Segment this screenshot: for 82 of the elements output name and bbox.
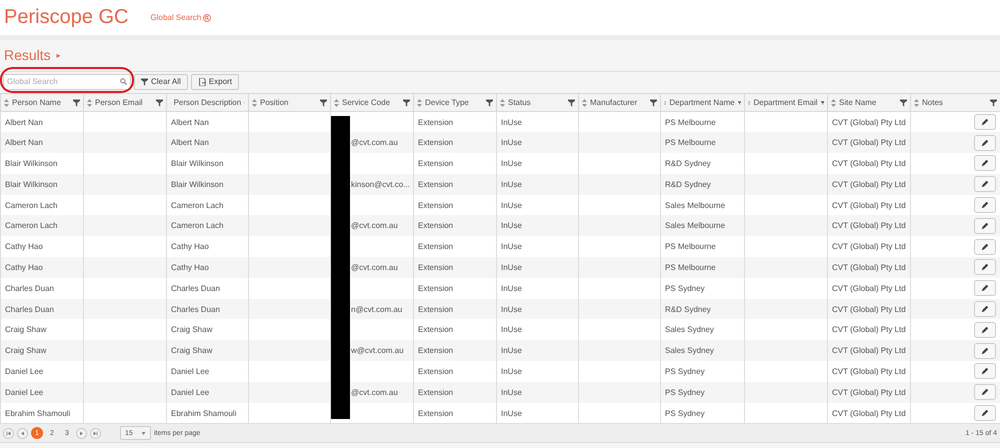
sort-icon: [582, 98, 587, 106]
export-button[interactable]: Export: [190, 74, 239, 90]
edit-button[interactable]: [974, 134, 996, 151]
previous-page-button[interactable]: [17, 428, 28, 439]
edit-button[interactable]: [974, 322, 996, 338]
last-icon: [93, 430, 98, 436]
column-header[interactable]: Device Type: [414, 94, 496, 112]
pencil-icon: [981, 180, 989, 188]
pencil-icon: [981, 138, 989, 147]
results-heading: Results: [4, 47, 51, 63]
sort-icon: [87, 98, 92, 106]
filter-icon: [486, 98, 493, 106]
sort-icon: [748, 98, 750, 106]
edit-button[interactable]: [974, 176, 996, 192]
pencil-icon: [981, 326, 989, 334]
column-header[interactable]: Position: [248, 94, 330, 112]
filter-icon: [141, 78, 148, 86]
sort-icon: [500, 98, 505, 106]
edit-button[interactable]: [974, 301, 996, 318]
previous-icon: [20, 430, 25, 436]
filter-icon: [156, 98, 163, 106]
sort-icon: [252, 98, 257, 106]
edit-button[interactable]: [974, 363, 996, 380]
sort-icon: [4, 98, 9, 106]
column-header[interactable]: Service Code: [330, 94, 414, 112]
sort-icon: [831, 98, 836, 106]
pencil-icon: [981, 222, 989, 230]
edit-button[interactable]: [974, 342, 996, 359]
edit-button[interactable]: [974, 280, 996, 296]
column-header[interactable]: Status: [496, 94, 578, 112]
sort-icon: [417, 98, 422, 106]
filter-icon: [900, 98, 907, 106]
edit-button[interactable]: [974, 197, 996, 214]
edit-button[interactable]: [974, 259, 996, 276]
search-icon: [120, 78, 127, 84]
edit-button[interactable]: [974, 114, 996, 130]
search-icon: [203, 14, 212, 22]
next-icon: [79, 430, 84, 436]
edit-button[interactable]: [974, 384, 996, 400]
column-header[interactable]: Person Email: [84, 94, 166, 112]
pencil-icon: [981, 159, 989, 168]
pencil-icon: [981, 388, 989, 396]
filter-icon: [320, 98, 327, 106]
pencil-icon: [981, 367, 989, 376]
pencil-icon: [981, 284, 989, 292]
pencil-icon: [981, 409, 989, 418]
clear-all-button[interactable]: Clear All: [134, 74, 188, 90]
filter-icon: [568, 98, 575, 106]
pencil-icon: [981, 242, 989, 251]
next-page-button[interactable]: [76, 428, 87, 439]
document-icon: [198, 78, 206, 86]
edit-button[interactable]: [974, 405, 996, 422]
last-page-button[interactable]: [90, 428, 101, 439]
sort-icon: [664, 98, 666, 106]
first-icon: [6, 430, 11, 436]
pencil-icon: [981, 305, 989, 314]
app-title: Periscope GC: [4, 6, 128, 29]
search-field[interactable]: Global Search: [3, 74, 131, 90]
caret-icon: [141, 430, 146, 436]
column-header[interactable]: Department Name: [660, 94, 744, 112]
filter-icon: [990, 98, 997, 106]
sort-icon: [914, 98, 919, 106]
edit-button[interactable]: [974, 218, 996, 234]
column-header[interactable]: Notes: [910, 94, 1000, 112]
column-header[interactable]: Site Name: [828, 94, 910, 112]
filter-icon: [403, 98, 410, 106]
filter-icon: [820, 98, 824, 106]
pencil-icon: [981, 346, 989, 355]
pencil-icon: [981, 201, 989, 210]
pencil-icon: [981, 263, 989, 272]
pencil-icon: [981, 118, 989, 126]
column-header[interactable]: Person Name: [0, 94, 84, 112]
column-header[interactable]: Department Email: [744, 94, 828, 112]
column-header[interactable]: Manufacturer: [578, 94, 660, 112]
filter-icon: [738, 98, 741, 106]
filter-icon: [73, 98, 80, 106]
first-page-button[interactable]: [3, 428, 14, 439]
column-header[interactable]: Person Description: [166, 94, 248, 112]
sort-icon: [334, 98, 339, 106]
filter-icon: [650, 98, 657, 106]
edit-button[interactable]: [974, 155, 996, 172]
edit-button[interactable]: [974, 238, 996, 255]
